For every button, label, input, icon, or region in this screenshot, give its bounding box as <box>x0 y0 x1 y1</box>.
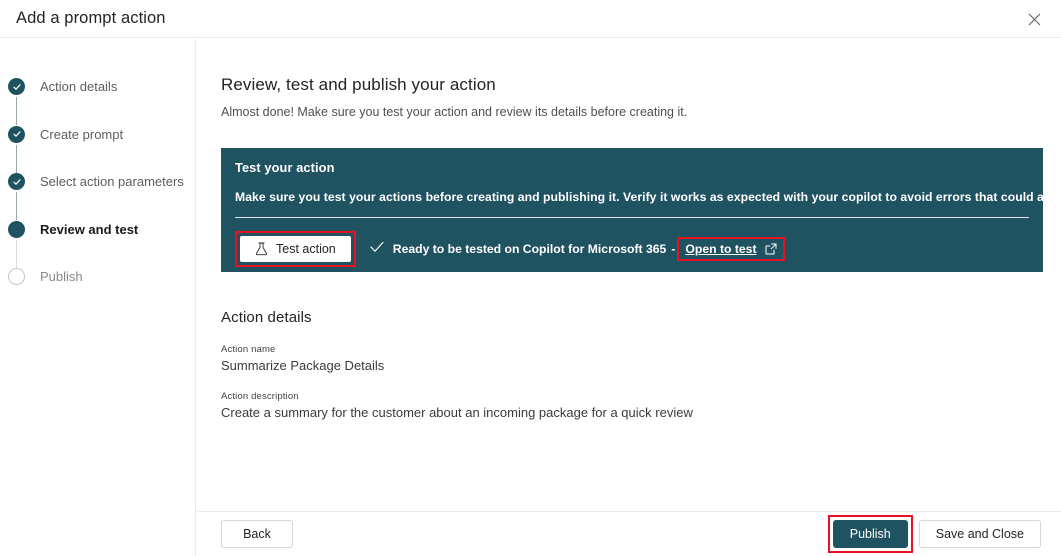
step-connector <box>16 97 17 125</box>
sidebar-step-publish[interactable]: Publish <box>0 268 195 316</box>
external-link-icon[interactable] <box>765 243 777 255</box>
step-status-current-icon <box>8 221 25 238</box>
step-status-done-icon <box>8 78 25 95</box>
sidebar-step-label: Review and test <box>40 221 138 238</box>
sidebar-step-label: Publish <box>40 268 83 285</box>
action-details-title: Action details <box>221 309 312 326</box>
banner-title: Test your action <box>235 160 1029 175</box>
test-action-banner: Test your action Make sure you test your… <box>221 148 1043 272</box>
action-description-label: Action description <box>221 391 693 402</box>
dialog-header: Add a prompt action <box>0 0 1061 38</box>
sidebar-step-select-action-parameters[interactable]: Select action parameters <box>0 173 195 221</box>
wizard-step-list: Action details Create prompt <box>0 78 195 316</box>
action-name-value: Summarize Package Details <box>221 358 384 373</box>
close-icon <box>1028 13 1041 26</box>
publish-highlight: Publish <box>828 515 913 553</box>
step-marker <box>8 268 28 288</box>
status-separator: - <box>671 242 675 256</box>
sidebar-step-label: Create prompt <box>40 126 123 143</box>
ready-status-text: Ready to be tested on Copilot for Micros… <box>393 242 667 256</box>
main-content: Review, test and publish your action Alm… <box>197 39 1061 511</box>
banner-action-row: Test action Ready to be tested on Copilo… <box>235 231 1029 267</box>
sidebar-step-label: Action details <box>40 78 117 95</box>
step-status-pending-icon <box>8 268 25 285</box>
flask-icon <box>255 242 268 256</box>
back-button[interactable]: Back <box>221 520 293 548</box>
sidebar-step-label: Select action parameters <box>40 173 184 190</box>
step-marker <box>8 173 28 193</box>
action-description-field: Action description Create a summary for … <box>221 391 693 420</box>
open-to-test-highlight: Open to test <box>677 237 784 261</box>
publish-button[interactable]: Publish <box>833 520 908 548</box>
action-description-value: Create a summary for the customer about … <box>221 405 693 420</box>
sidebar-step-review-and-test[interactable]: Review and test <box>0 221 195 269</box>
test-action-highlight: Test action <box>235 231 356 267</box>
step-marker <box>8 78 28 98</box>
banner-description: Make sure you test your actions before c… <box>235 190 1029 204</box>
page-subtitle: Almost done! Make sure you test your act… <box>221 105 687 119</box>
dialog-title: Add a prompt action <box>16 9 166 28</box>
page-title: Review, test and publish your action <box>221 75 496 95</box>
step-marker <box>8 126 28 146</box>
close-button[interactable] <box>1019 4 1049 34</box>
wizard-sidebar: Action details Create prompt <box>0 39 196 556</box>
check-icon <box>370 240 384 258</box>
step-status-done-icon <box>8 126 25 143</box>
step-status-done-icon <box>8 173 25 190</box>
test-action-button-label: Test action <box>276 242 336 256</box>
step-marker <box>8 221 28 241</box>
open-to-test-link[interactable]: Open to test <box>685 242 756 256</box>
ready-status: Ready to be tested on Copilot for Micros… <box>370 240 667 258</box>
test-action-button[interactable]: Test action <box>240 236 351 262</box>
action-name-label: Action name <box>221 344 384 355</box>
dialog-footer: Back Publish Save and Close <box>197 511 1061 556</box>
banner-divider <box>235 217 1029 218</box>
action-name-field: Action name Summarize Package Details <box>221 344 384 373</box>
sidebar-step-action-details[interactable]: Action details <box>0 78 195 126</box>
step-connector <box>16 240 17 268</box>
step-connector <box>16 192 17 220</box>
save-and-close-button[interactable]: Save and Close <box>919 520 1041 548</box>
sidebar-step-create-prompt[interactable]: Create prompt <box>0 126 195 174</box>
step-connector <box>16 145 17 173</box>
add-prompt-action-dialog: Add a prompt action Acti <box>0 0 1061 556</box>
